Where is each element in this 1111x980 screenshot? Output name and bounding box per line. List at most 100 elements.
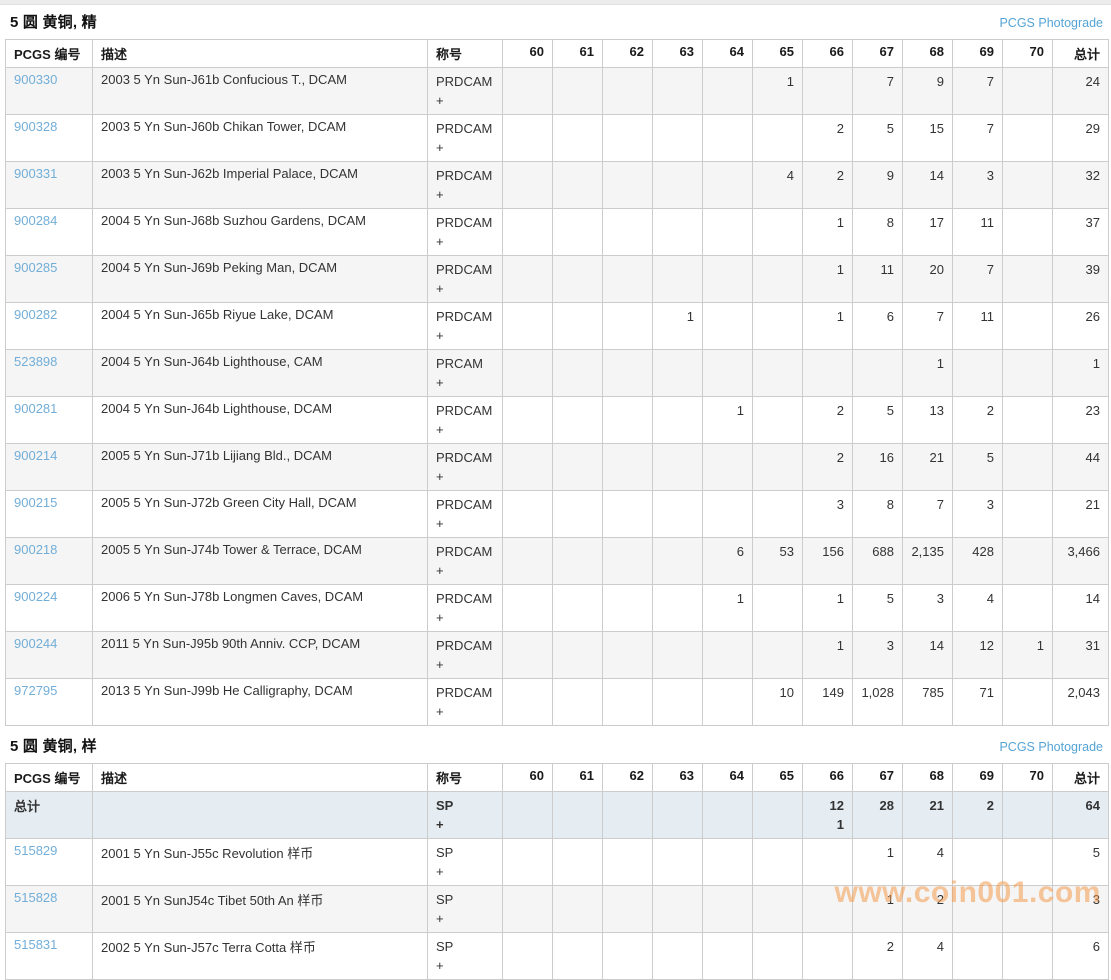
proof-table-body: 900330 2003 5 Yn Sun-J61b Confucious T., … [6,68,1109,726]
grade-68-count: 2 [903,886,953,933]
grade-63-count [653,444,703,491]
grade-70-count [1003,303,1053,350]
pcgs-number-link[interactable]: 972795 [14,683,57,698]
grade-70-count [1003,350,1053,397]
designation-cell: SP+ [428,933,503,980]
grade-70-count [1003,792,1053,839]
description-cell: 2003 5 Yn Sun-J61b Confucious T., DCAM [93,68,428,115]
grade-60-count [503,839,553,886]
column-header-grade-68: 68 [903,764,953,792]
column-header-grade-65: 65 [753,764,803,792]
designation-cell: PRDCAM+ [428,256,503,303]
description-cell: 2004 5 Yn Sun-J64b Lighthouse, DCAM [93,397,428,444]
grade-69-count: 7 [953,256,1003,303]
description-cell: 2004 5 Yn Sun-J65b Riyue Lake, DCAM [93,303,428,350]
pcgs-number-link[interactable]: 900328 [14,119,57,134]
grade-60-count [503,886,553,933]
grade-69-count [953,350,1003,397]
pcgs-number-link[interactable]: 515828 [14,890,57,905]
total-count: 44 [1053,444,1109,491]
pcgs-number-cell: 900328 [6,115,93,162]
grade-63-count [653,115,703,162]
total-count: 31 [1053,632,1109,679]
column-header-grade-63: 63 [653,764,703,792]
specimen-table-body: 总计SP+12 128212645158292001 5 Yn Sun-J55c… [6,792,1109,980]
grade-65-count: 4 [753,162,803,209]
pcgs-number-link[interactable]: 900285 [14,260,57,275]
designation-cell: PRCAM+ [428,350,503,397]
pcgs-number-link[interactable]: 900282 [14,307,57,322]
pcgs-number-link[interactable]: 900215 [14,495,57,510]
grade-66-count: 2 [803,444,853,491]
column-header-designation: 称号 [428,40,503,68]
grade-61-count [553,491,603,538]
pcgs-number-link[interactable]: 900331 [14,166,57,181]
total-count: 3 [1053,886,1109,933]
pcgs-number-cell: 900281 [6,397,93,444]
pcgs-photograde-link[interactable]: PCGS Photograde [999,16,1103,30]
pcgs-number-link[interactable]: 515829 [14,843,57,858]
description-cell: 2005 5 Yn Sun-J71b Lijiang Bld., DCAM [93,444,428,491]
grade-67-count: 5 [853,115,903,162]
pcgs-number-link[interactable]: 900330 [14,72,57,87]
grade-68-count: 7 [903,303,953,350]
grade-62-count [603,444,653,491]
grade-65-count: 53 [753,538,803,585]
description-cell: 2011 5 Yn Sun-J95b 90th Anniv. CCP, DCAM [93,632,428,679]
grade-68-count: 785 [903,679,953,726]
pcgs-number-link[interactable]: 900224 [14,589,57,604]
coin-row: 900282 2004 5 Yn Sun-J65b Riyue Lake, DCA… [6,303,1109,350]
pcgs-number-cell: 900284 [6,209,93,256]
grade-68-count: 15 [903,115,953,162]
designation-cell: PRDCAM+ [428,585,503,632]
designation-cell: PRDCAM+ [428,68,503,115]
coin-row: 5158292001 5 Yn Sun-J55c Revolution 样币SP… [6,839,1109,886]
grade-65-count [753,444,803,491]
grade-63-count [653,68,703,115]
column-header-grade-66: 66 [803,764,853,792]
total-count: 14 [1053,585,1109,632]
coin-row: 9003312003 5 Yn Sun-J62b Imperial Palace… [6,162,1109,209]
grade-68-count: 13 [903,397,953,444]
column-header-description: 描述 [93,40,428,68]
grade-65-count [753,585,803,632]
grade-69-count: 7 [953,115,1003,162]
grade-61-count [553,68,603,115]
column-header-total: 总计 [1053,764,1109,792]
pcgs-number-cell: 900285 [6,256,93,303]
grade-60-count [503,162,553,209]
grade-64-count [703,632,753,679]
totals-row: 总计SP+12 12821264 [6,792,1109,839]
column-header-grade-64: 64 [703,764,753,792]
grade-60-count [503,632,553,679]
pcgs-number-cell: 515829 [6,839,93,886]
pcgs-number-link[interactable]: 515831 [14,937,57,952]
grade-70-count: 1 [1003,632,1053,679]
grade-66-count: 156 [803,538,853,585]
grade-66-count [803,350,853,397]
pcgs-number-link[interactable]: 900244 [14,636,57,651]
designation-cell: PRDCAM+ [428,679,503,726]
pcgs-number-link[interactable]: 900281 [14,401,57,416]
pcgs-number-cell: 900218 [6,538,93,585]
pcgs-number-link[interactable]: 900214 [14,448,57,463]
grade-66-count: 1 [803,303,853,350]
designation-cell: PRDCAM+ [428,397,503,444]
pcgs-number-link[interactable]: 900218 [14,542,57,557]
grade-65-count [753,115,803,162]
grade-67-count: 1 [853,839,903,886]
grade-60-count [503,792,553,839]
grade-61-count [553,115,603,162]
pcgs-number-cell: 972795 [6,679,93,726]
pcgs-number-cell: 900331 [6,162,93,209]
description-cell: 2002 5 Yn Sun-J57c Terra Cotta 样币 [93,933,428,980]
grade-62-count [603,115,653,162]
grade-70-count [1003,115,1053,162]
pcgs-photograde-link[interactable]: PCGS Photograde [999,740,1103,754]
grade-67-count [853,350,903,397]
pcgs-number-link[interactable]: 900284 [14,213,57,228]
pcgs-number-link[interactable]: 523898 [14,354,57,369]
grade-65-count [753,256,803,303]
column-header-grade-67: 67 [853,40,903,68]
column-header-pcgs-number: PCGS 编号 [6,40,93,68]
